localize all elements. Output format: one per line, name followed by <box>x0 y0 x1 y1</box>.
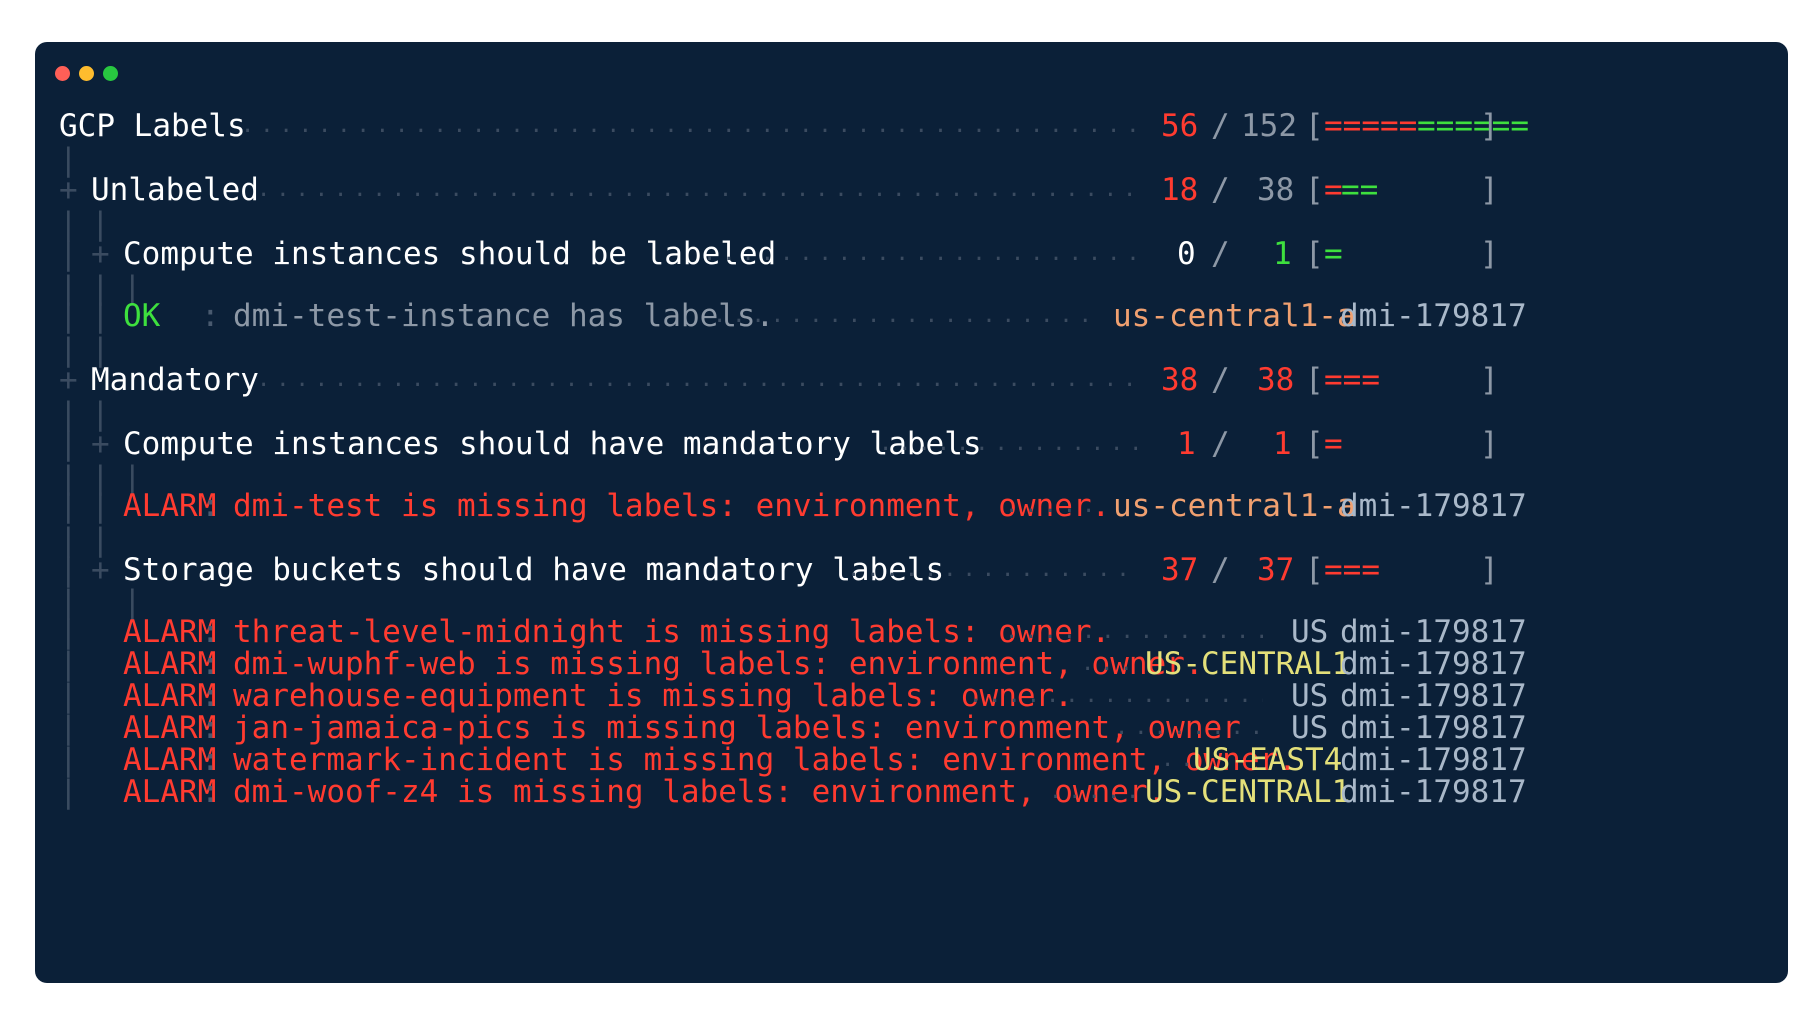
result-message: dmi-woof-z4 is missing labels: environme… <box>233 774 1167 810</box>
result-row-alarm: | ALARM : dmi-woof-z4 is missing labels:… <box>35 772 1788 812</box>
result-region: US-CENTRAL1 <box>1145 774 1351 810</box>
minimize-window-button[interactable] <box>79 66 94 81</box>
terminal-window: GCP Labels 56 / 152 [===========] | + Un… <box>35 42 1788 983</box>
result-project: dmi-179817 <box>1340 774 1527 810</box>
dot-leader <box>1049 772 1141 812</box>
maximize-window-button[interactable] <box>103 66 118 81</box>
close-window-button[interactable] <box>55 66 70 81</box>
